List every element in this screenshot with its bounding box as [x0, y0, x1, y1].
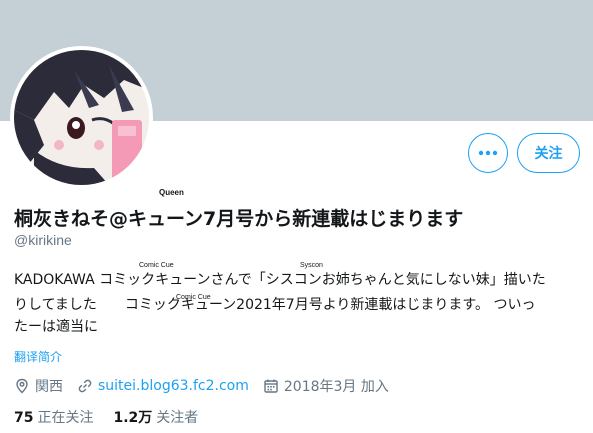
- avatar-illustration: [14, 50, 149, 185]
- following-stat[interactable]: 75 正在关注: [14, 407, 93, 427]
- followers-count: 1.2万: [113, 410, 153, 426]
- following-count: 75: [14, 410, 34, 426]
- followers-stat[interactable]: 1.2万 关注者: [113, 407, 198, 427]
- bio-text-2: りしてました コミックキューン2021年7月号より新連載はじまります。 ついっ: [14, 297, 536, 313]
- link-icon: [78, 379, 92, 393]
- calendar-icon: [264, 379, 278, 393]
- bio-ruby-comic-cue: Comic Cue: [139, 262, 174, 269]
- bio-line-3: たーは適当に: [14, 312, 584, 334]
- display-name-ruby: Queen: [159, 188, 184, 197]
- following-label: 正在关注: [37, 410, 94, 426]
- location-text: 関西: [35, 379, 63, 395]
- location-item: 関西: [14, 376, 63, 396]
- display-name-wrapper: Queen 桐灰きねそ@キューン7月号から新連載はじまります: [14, 188, 464, 231]
- username-handle: @kirikine: [14, 232, 72, 248]
- location-pin-icon: [16, 378, 28, 394]
- follow-button[interactable]: 关注: [517, 133, 580, 173]
- follow-stats: 75 正在关注 1.2万 关注者: [14, 407, 218, 427]
- website-link[interactable]: suitei.blog63.fc2.com: [98, 378, 249, 394]
- bio-line-1: Comic Cue Syscon KADOKAWA コミックキューンさんで「シス…: [14, 262, 584, 287]
- followers-label: 关注者: [156, 410, 199, 426]
- profile-meta: 関西 suitei.blog63.fc2.com 2018年3月 加入: [14, 376, 403, 396]
- display-name: 桐灰きねそ@キューン7月号から新連載はじまります: [14, 208, 464, 230]
- more-options-button[interactable]: [468, 133, 508, 173]
- profile-bio: Comic Cue Syscon KADOKAWA コミックキューンさんで「シス…: [14, 262, 584, 334]
- more-dots-icon: [478, 150, 498, 156]
- bio-text-3: たーは適当に: [14, 319, 98, 335]
- bio-ruby-syscon: Syscon: [300, 262, 323, 269]
- joined-item: 2018年3月 加入: [263, 376, 389, 396]
- avatar[interactable]: [10, 46, 153, 189]
- translate-bio-link[interactable]: 翻译简介: [14, 348, 62, 365]
- bio-line-2: Comic Cue りしてました コミックキューン2021年7月号より新連載はじ…: [14, 287, 584, 312]
- joined-text: 2018年3月 加入: [283, 379, 389, 395]
- profile-name-block: Queen 桐灰きねそ@キューン7月号から新連載はじまります: [14, 188, 584, 231]
- website-item[interactable]: suitei.blog63.fc2.com: [77, 378, 249, 394]
- bio-text-1: KADOKAWA コミックキューンさんで「シスコンお姉ちゃんと気にしない妹」描い…: [14, 272, 546, 288]
